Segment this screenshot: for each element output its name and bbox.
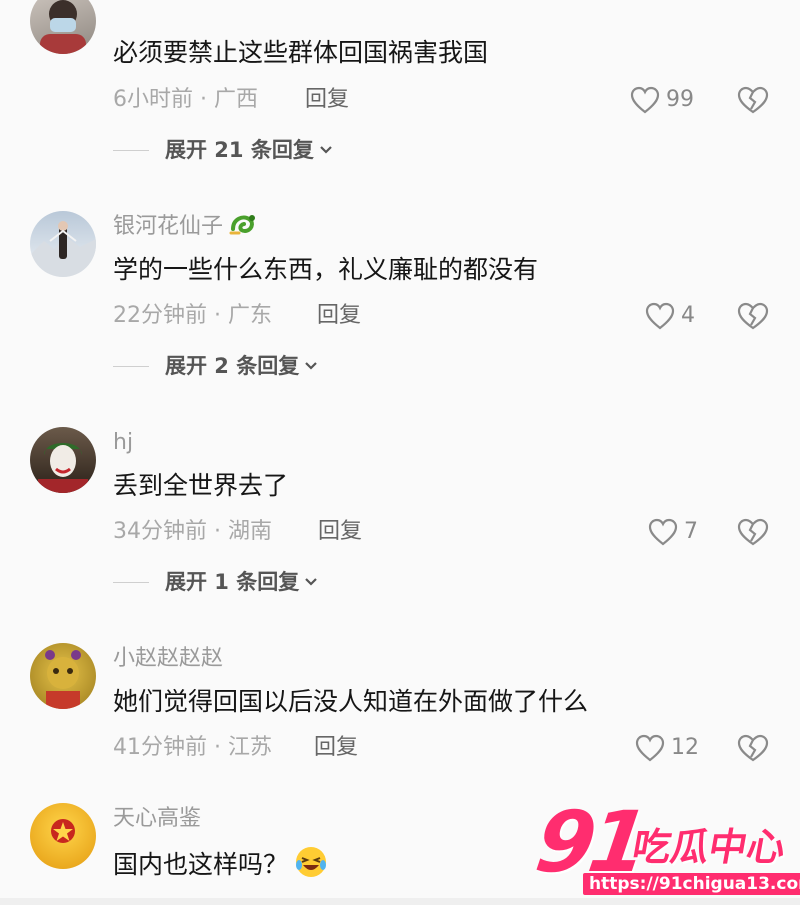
divider-line: [113, 149, 149, 151]
avatar[interactable]: [30, 0, 96, 54]
expand-replies-label: 展开 1 条回复: [165, 570, 300, 594]
broken-heart-icon: [737, 302, 769, 330]
chevron-down-icon: [305, 362, 318, 370]
comment-text: 她们觉得回国以后没人知道在外面做了什么: [113, 687, 589, 716]
watermark-url: https://91chigua13.com: [583, 873, 800, 895]
comment-text: 必须要禁止这些群体回国祸害我国: [113, 38, 489, 67]
like-button[interactable]: 4: [645, 301, 695, 331]
username[interactable]: 银河花仙子: [113, 211, 259, 245]
expand-replies-label: 展开 21 条回复: [165, 138, 314, 162]
reply-button[interactable]: 回复: [318, 517, 362, 547]
watermark-brand: 吃瓜中心: [629, 825, 789, 869]
avatar-image: [51, 819, 75, 843]
like-count: 12: [671, 735, 699, 760]
dislike-button[interactable]: [737, 733, 769, 763]
comment-meta: 41分钟前 · 江苏: [113, 735, 272, 760]
like-count: 4: [681, 303, 695, 328]
reply-button[interactable]: 回复: [314, 733, 358, 763]
like-button[interactable]: 12: [635, 733, 699, 763]
comment-meta: 6小时前 · 广西: [113, 87, 258, 112]
heart-icon: [648, 518, 678, 546]
comment-meta: 34分钟前 · 湖南: [113, 519, 272, 544]
like-button[interactable]: 7: [648, 517, 698, 547]
heart-icon: [635, 734, 665, 762]
comment-meta: 22分钟前 · 广东: [113, 303, 272, 328]
avatar[interactable]: [30, 643, 96, 709]
bottom-divider: [0, 898, 800, 905]
expand-replies-button[interactable]: 展开 2 条回复: [113, 352, 319, 380]
comment-text: 学的一些什么东西，礼义廉耻的都没有: [113, 255, 539, 284]
like-count: 99: [666, 87, 694, 112]
divider-line: [113, 581, 149, 583]
like-count: 7: [684, 519, 698, 544]
dragon-emoji-icon: [229, 211, 259, 245]
expand-replies-button[interactable]: 展开 1 条回复: [113, 568, 319, 596]
dislike-button[interactable]: [737, 85, 769, 115]
username[interactable]: 小赵赵赵赵: [113, 645, 223, 673]
chevron-down-icon: [320, 146, 332, 154]
broken-heart-icon: [737, 734, 769, 762]
divider-line: [113, 365, 149, 367]
username[interactable]: 天心高鉴: [113, 805, 201, 833]
like-button[interactable]: 99: [630, 85, 694, 115]
avatar[interactable]: [30, 427, 96, 493]
watermark-logo: 91 吃瓜中心 https://91chigua13.com: [530, 793, 800, 905]
heart-icon: [630, 86, 660, 114]
reply-button[interactable]: 回复: [317, 301, 361, 331]
dislike-button[interactable]: [737, 517, 769, 547]
avatar-image: [45, 650, 81, 709]
comment-text: 丢到全世界去了: [113, 471, 289, 500]
chevron-down-icon: [305, 578, 318, 586]
laughing-crying-emoji-icon: [294, 845, 328, 888]
avatar-image: [30, 221, 96, 277]
dislike-button[interactable]: [737, 301, 769, 331]
heart-icon: [645, 302, 675, 330]
username-text: 银河花仙子: [113, 214, 224, 239]
avatar-image: [38, 443, 88, 493]
avatar-image: [40, 0, 86, 54]
comment-text-content: 国内也这样吗？: [113, 850, 289, 879]
reply-button[interactable]: 回复: [305, 85, 349, 115]
username[interactable]: hj: [113, 429, 133, 457]
expand-replies-button[interactable]: 展开 21 条回复: [113, 136, 334, 164]
avatar[interactable]: [30, 211, 96, 277]
comment-text: 国内也这样吗？: [113, 845, 328, 888]
expand-replies-label: 展开 2 条回复: [165, 354, 300, 378]
broken-heart-icon: [737, 518, 769, 546]
broken-heart-icon: [737, 86, 769, 114]
avatar[interactable]: [30, 803, 96, 869]
